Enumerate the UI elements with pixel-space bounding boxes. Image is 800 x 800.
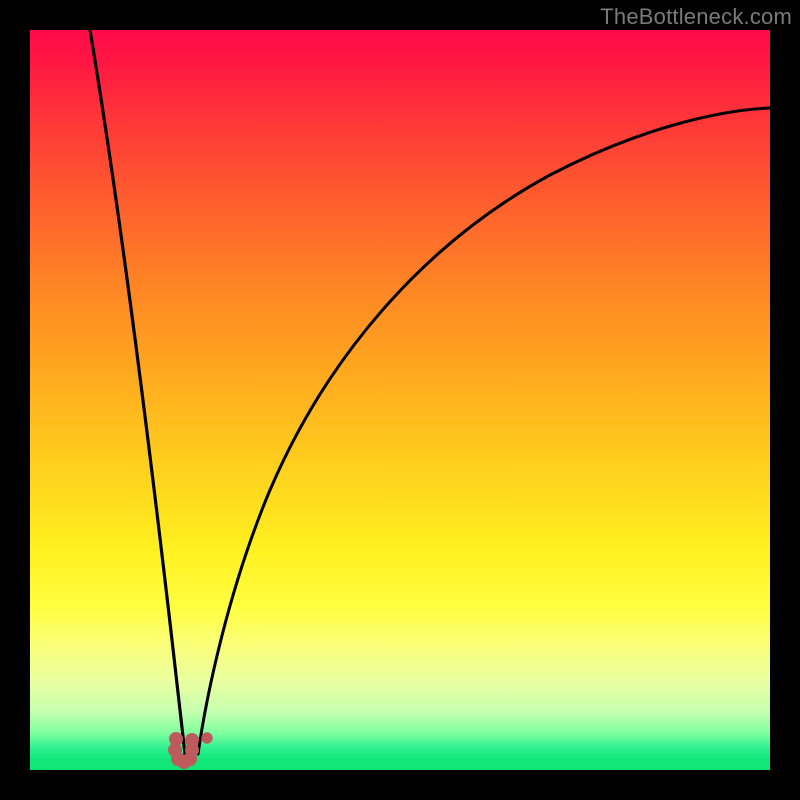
curve-right-branch [198, 108, 770, 754]
watermark-text: TheBottleneck.com [600, 4, 792, 30]
valley-marker-group [169, 733, 213, 769]
curve-left-branch [90, 30, 185, 754]
chart-svg [30, 30, 770, 770]
plot-area [30, 30, 770, 770]
chart-frame: TheBottleneck.com [0, 0, 800, 800]
